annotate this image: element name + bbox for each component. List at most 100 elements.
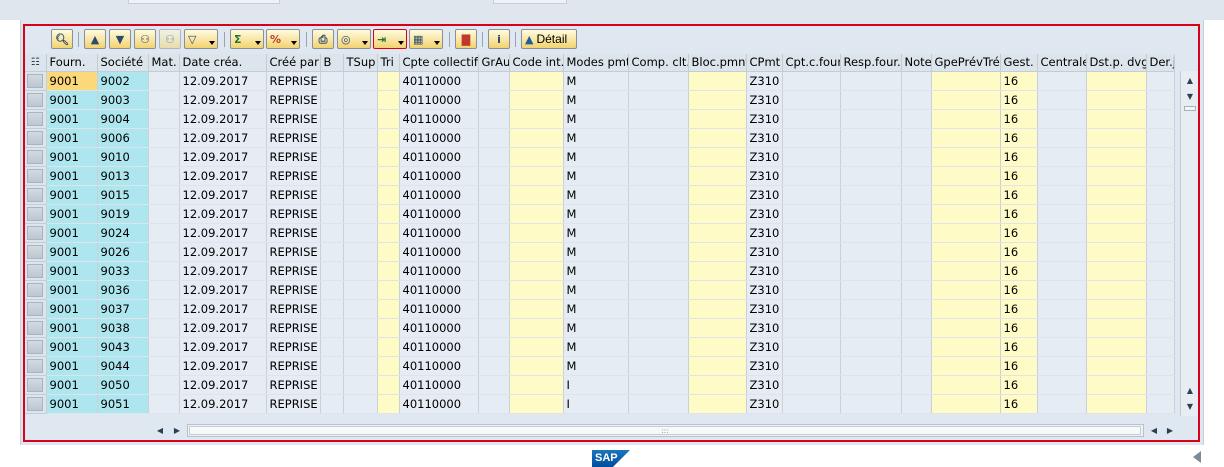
table-row[interactable]: 9001 9004 12.09.2017 REPRISE 40110000 M Z310 16	[25, 109, 1175, 129]
column-header[interactable]: Gest.	[1000, 54, 1038, 72]
table-row[interactable]: 9001 9002 12.09.2017 REPRISE 40110000 M Z310 16	[25, 71, 1175, 91]
table-cell[interactable]: M	[563, 242, 629, 262]
table-cell[interactable]: 40110000	[399, 147, 479, 167]
table-cell[interactable]	[901, 394, 932, 414]
table-cell[interactable]: 9051	[97, 394, 149, 414]
table-cell[interactable]: Z310	[746, 71, 783, 91]
scroll-up-icon[interactable]: ▲	[1183, 73, 1197, 87]
table-cell[interactable]	[782, 394, 841, 414]
table-cell[interactable]	[1037, 261, 1087, 281]
table-cell[interactable]: 9019	[97, 204, 149, 224]
table-cell[interactable]	[782, 109, 841, 129]
table-cell[interactable]	[782, 261, 841, 281]
table-cell[interactable]	[628, 375, 689, 395]
table-cell[interactable]: 16	[1000, 337, 1038, 357]
table-cell[interactable]	[343, 318, 378, 338]
table-cell[interactable]	[320, 128, 344, 148]
table-cell[interactable]	[688, 375, 747, 395]
row-selector[interactable]	[25, 185, 47, 205]
table-cell[interactable]: 12.09.2017	[179, 299, 267, 319]
table-cell[interactable]	[343, 280, 378, 300]
table-cell[interactable]	[1146, 299, 1175, 319]
table-cell[interactable]	[782, 223, 841, 243]
table-cell[interactable]	[343, 90, 378, 110]
table-cell[interactable]: M	[563, 337, 629, 357]
table-cell[interactable]	[343, 261, 378, 281]
column-header[interactable]: Dst.p. dvg	[1086, 54, 1147, 72]
table-cell[interactable]	[509, 71, 564, 91]
table-cell[interactable]	[1086, 166, 1147, 186]
table-row[interactable]: 9001 9024 12.09.2017 REPRISE 40110000 M Z310 16	[25, 223, 1175, 243]
table-cell[interactable]: 12.09.2017	[179, 280, 267, 300]
filter-button[interactable]: ▽	[184, 29, 218, 49]
table-cell[interactable]: 9015	[97, 185, 149, 205]
table-cell[interactable]: 9001	[46, 109, 98, 129]
table-cell[interactable]	[377, 280, 400, 300]
table-cell[interactable]: 9001	[46, 394, 98, 414]
table-cell[interactable]	[628, 109, 689, 129]
table-row[interactable]: 9001 9044 12.09.2017 REPRISE 40110000 M Z310 16	[25, 356, 1175, 376]
table-cell[interactable]: 9001	[46, 337, 98, 357]
table-cell[interactable]: 9001	[46, 71, 98, 91]
table-cell[interactable]	[840, 299, 902, 319]
table-cell[interactable]	[1086, 318, 1147, 338]
table-cell[interactable]	[509, 223, 564, 243]
table-cell[interactable]	[509, 128, 564, 148]
column-header[interactable]: GpePrévTré	[931, 54, 1001, 72]
table-row[interactable]: 9001 9043 12.09.2017 REPRISE 40110000 M Z310 16	[25, 337, 1175, 357]
column-header[interactable]: Date créa.	[179, 54, 267, 72]
table-cell[interactable]	[320, 90, 344, 110]
table-cell[interactable]: 9001	[46, 147, 98, 167]
table-cell[interactable]	[148, 204, 180, 224]
table-cell[interactable]	[1086, 223, 1147, 243]
table-cell[interactable]	[1086, 356, 1147, 376]
table-cell[interactable]	[688, 204, 747, 224]
table-cell[interactable]	[840, 413, 902, 414]
table-cell[interactable]	[1086, 147, 1147, 167]
table-cell[interactable]	[782, 280, 841, 300]
table-cell[interactable]	[478, 299, 510, 319]
table-cell[interactable]	[343, 128, 378, 148]
table-cell[interactable]	[320, 223, 344, 243]
table-cell[interactable]: REPRISE	[266, 299, 321, 319]
table-cell[interactable]	[840, 147, 902, 167]
table-cell[interactable]	[148, 71, 180, 91]
collapse-left-icon[interactable]	[1193, 451, 1201, 463]
table-cell[interactable]: REPRISE	[266, 204, 321, 224]
table-cell[interactable]	[478, 147, 510, 167]
table-cell[interactable]	[478, 128, 510, 148]
zoom-button[interactable]: 🔍︎	[51, 29, 73, 49]
table-cell[interactable]: Z310	[746, 356, 783, 376]
table-cell[interactable]	[1037, 166, 1087, 186]
table-cell[interactable]	[320, 413, 344, 414]
horizontal-track[interactable]: :::	[187, 424, 1144, 437]
table-cell[interactable]: M	[563, 166, 629, 186]
table-cell[interactable]	[901, 166, 932, 186]
table-cell[interactable]	[840, 261, 902, 281]
subtotal-button[interactable]: %	[266, 29, 300, 49]
table-cell[interactable]: 9010	[97, 147, 149, 167]
table-cell[interactable]	[688, 394, 747, 414]
table-cell[interactable]	[840, 166, 902, 186]
table-cell[interactable]: Z310	[746, 90, 783, 110]
column-header[interactable]: Cpt.c.four	[782, 54, 841, 72]
table-cell[interactable]	[478, 109, 510, 129]
table-cell[interactable]	[1146, 280, 1175, 300]
table-cell[interactable]	[628, 356, 689, 376]
table-cell[interactable]	[688, 71, 747, 91]
table-cell[interactable]	[478, 375, 510, 395]
table-cell[interactable]: 40110000	[399, 394, 479, 414]
table-cell[interactable]	[509, 147, 564, 167]
table-cell[interactable]	[509, 90, 564, 110]
table-cell[interactable]: M	[563, 185, 629, 205]
table-cell[interactable]	[901, 90, 932, 110]
table-cell[interactable]: Z310	[746, 394, 783, 414]
table-cell[interactable]	[509, 394, 564, 414]
table-cell[interactable]	[901, 337, 932, 357]
table-cell[interactable]	[320, 280, 344, 300]
table-cell[interactable]: REPRISE	[266, 242, 321, 262]
table-cell[interactable]	[840, 185, 902, 205]
table-cell[interactable]	[931, 356, 1001, 376]
table-cell[interactable]	[148, 147, 180, 167]
table-cell[interactable]: REPRISE	[266, 375, 321, 395]
